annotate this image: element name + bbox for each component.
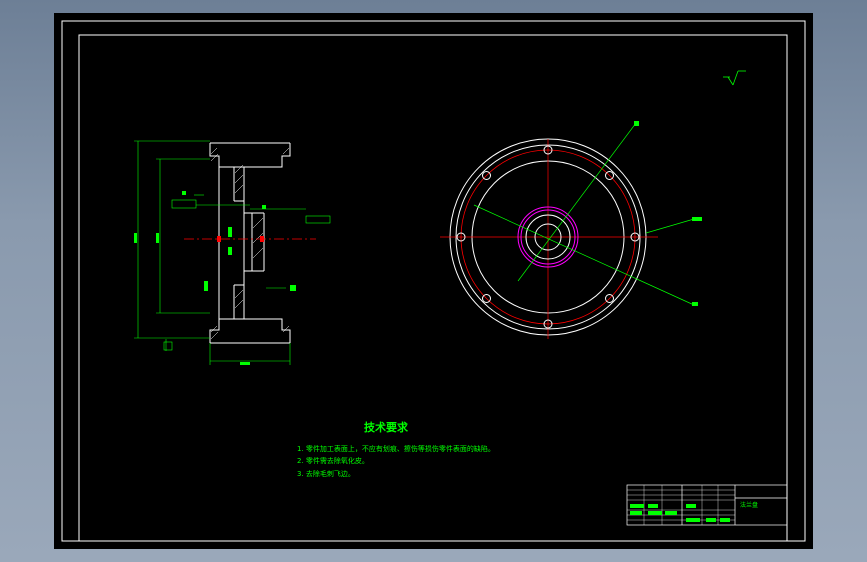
cad-viewport[interactable]: 技术要求 1. 零件加工表面上，不应有划痕、擦伤等损伤零件表面的缺陷。 2. 零…	[54, 13, 813, 549]
section-outline	[209, 142, 291, 344]
leader-tags	[634, 121, 702, 306]
title-block: 法兰盘	[626, 484, 788, 526]
dimension-ticks	[134, 191, 296, 365]
drawing-canvas: 技术要求 1. 零件加工表面上，不应有划痕、擦伤等损伤零件表面的缺陷。 2. 零…	[61, 20, 806, 542]
center-mark	[217, 236, 221, 242]
section-view	[134, 140, 331, 365]
tech-req-item-2: 2. 零件需去除氧化皮。	[297, 456, 369, 465]
feature-control-frames	[163, 199, 331, 351]
tech-req-item-1: 1. 零件加工表面上，不应有划痕、擦伤等损伤零件表面的缺陷。	[297, 444, 495, 453]
technical-requirements: 技术要求 1. 零件加工表面上，不应有划痕、擦伤等损伤零件表面的缺陷。 2. 零…	[297, 420, 495, 478]
center-mark	[260, 236, 264, 242]
title-block-cells	[630, 504, 730, 522]
section-hatching	[210, 147, 290, 340]
front-view	[440, 121, 702, 339]
tech-req-heading: 技术要求	[364, 420, 409, 434]
outer-frame	[61, 20, 806, 542]
part-name: 法兰盘	[740, 501, 758, 509]
inner-frame	[78, 34, 788, 542]
tech-req-item-3: 3. 去除毛刺飞边。	[297, 469, 355, 478]
section-dimensions	[134, 140, 306, 365]
roughness-symbol	[723, 70, 746, 86]
leader-lines	[473, 122, 695, 306]
